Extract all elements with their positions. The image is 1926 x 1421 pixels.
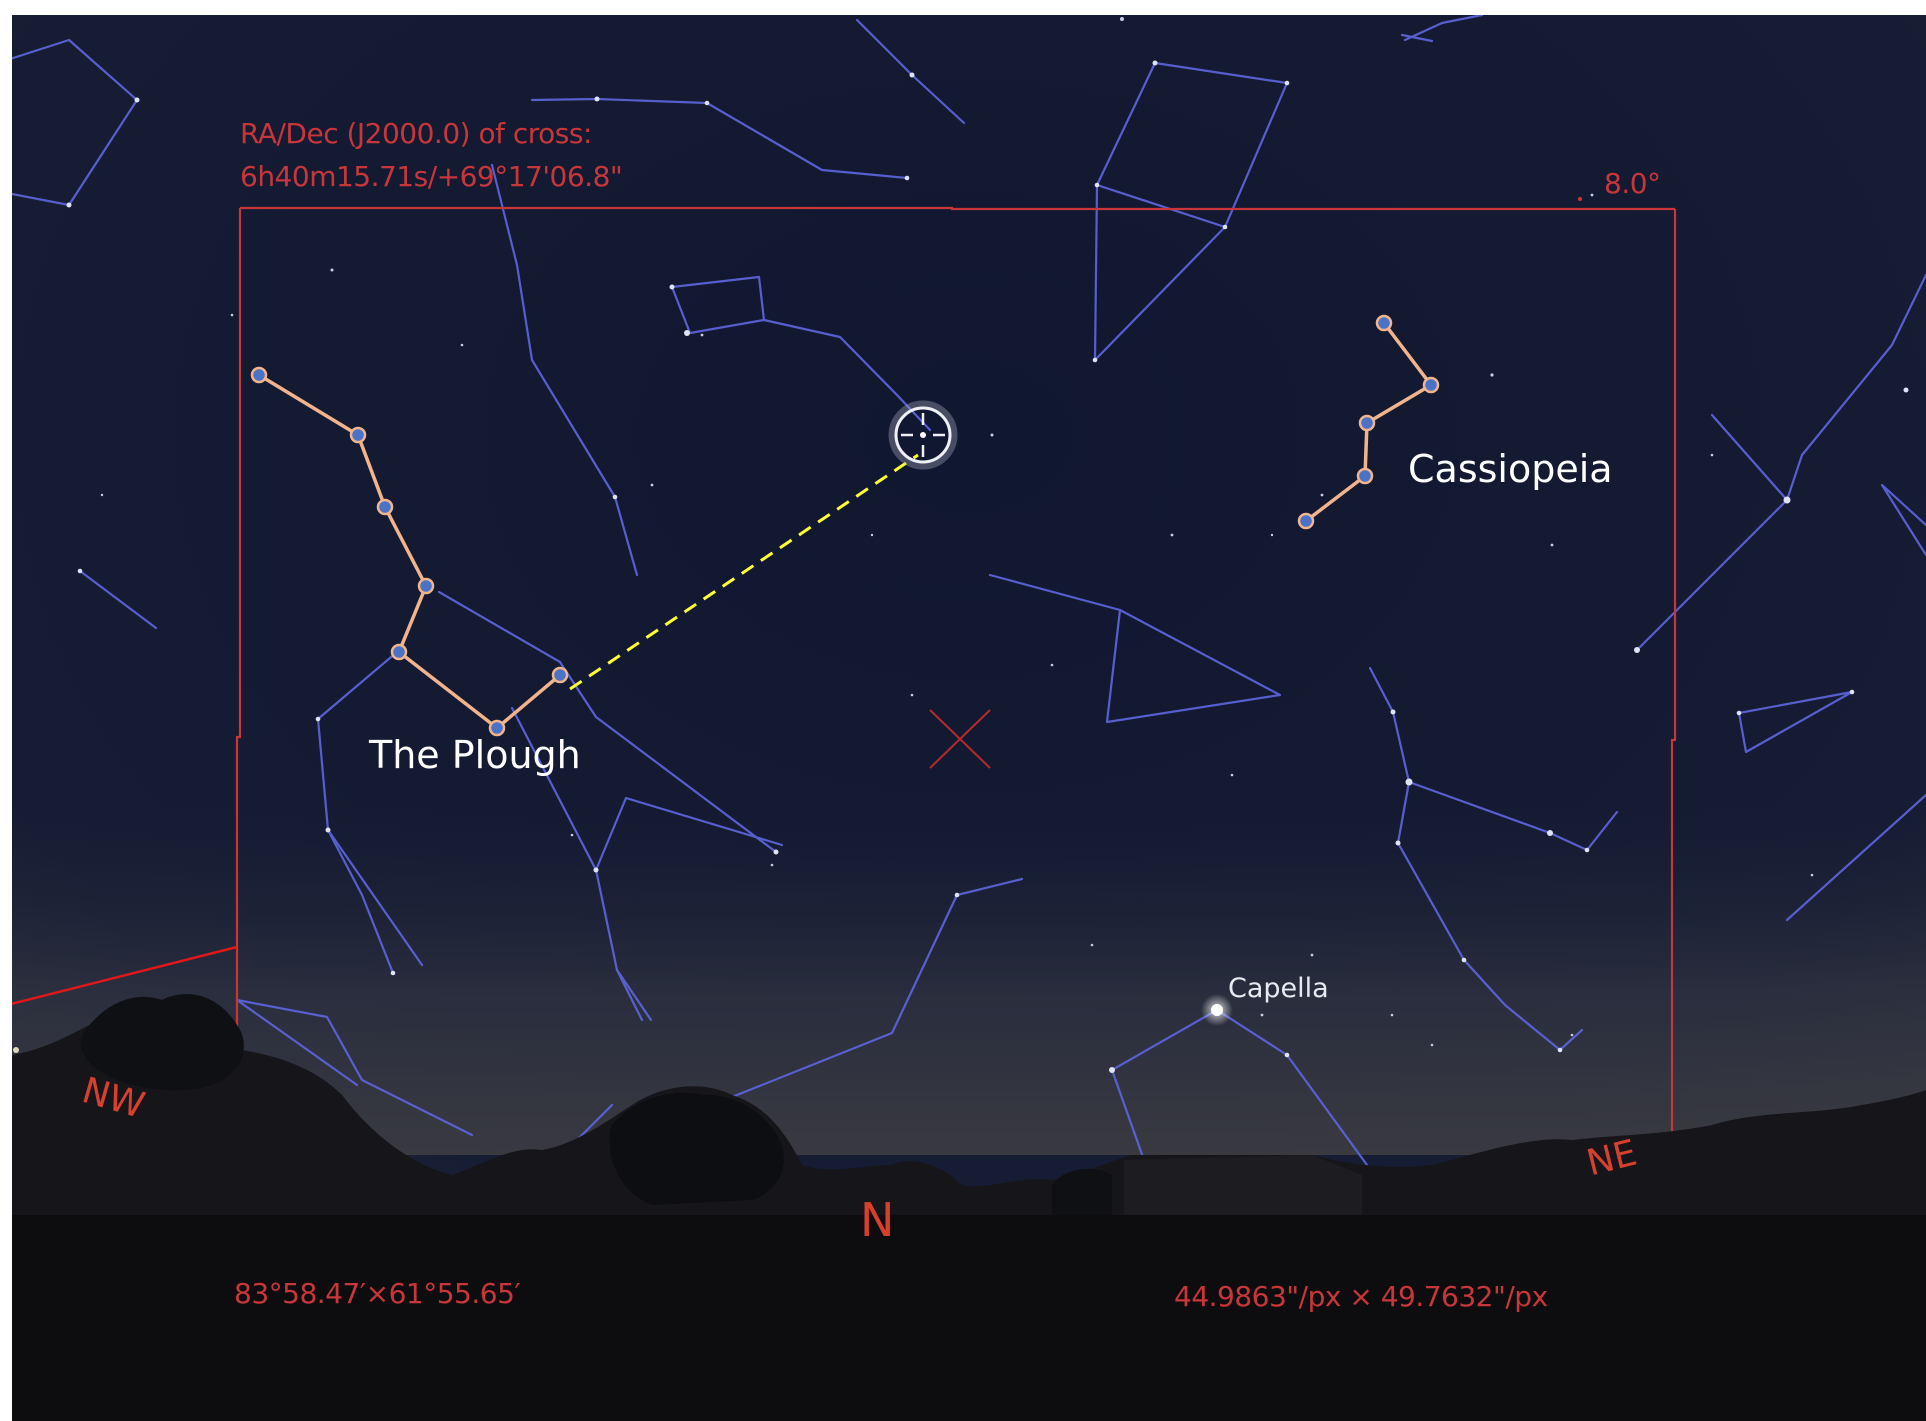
cassiopeia-node (1356, 467, 1374, 485)
cross-coord-value: 6h40m15.71s/+69°17'06.8" (240, 160, 623, 193)
star (1634, 647, 1640, 653)
star (1849, 689, 1855, 695)
star (1090, 943, 1094, 947)
star (770, 863, 774, 867)
star (1736, 710, 1742, 716)
star (1284, 80, 1290, 86)
star (1284, 1052, 1290, 1058)
star (330, 268, 334, 272)
sky-canvas[interactable] (12, 15, 1926, 1421)
ground-base (12, 1215, 1926, 1421)
compass-n: N (860, 1193, 895, 1247)
star (1109, 1067, 1115, 1073)
cassiopeia-node (1375, 314, 1393, 332)
star (1320, 493, 1324, 497)
cassiopeia-label: Cassiopeia (1408, 447, 1613, 491)
star (954, 892, 960, 898)
star (773, 849, 779, 855)
star (1547, 830, 1553, 836)
star (1395, 840, 1401, 846)
plough-node (376, 498, 394, 516)
plough-label: The Plough (369, 733, 581, 777)
star (230, 313, 234, 317)
star (1050, 663, 1054, 667)
planetarium-view[interactable]: RA/Dec (J2000.0) of cross: 6h40m15.71s/+… (12, 15, 1926, 1421)
star (390, 970, 396, 976)
plough-node (250, 366, 268, 384)
star (1590, 193, 1594, 197)
rotation-angle: 8.0° (1604, 167, 1661, 200)
star (1230, 773, 1234, 777)
fov-frame-top (240, 206, 1675, 211)
rotation-tick-icon (1578, 197, 1582, 201)
star (1810, 873, 1814, 877)
star (1120, 17, 1124, 21)
star (904, 175, 910, 181)
star (570, 833, 574, 837)
building (1124, 1155, 1362, 1215)
star (1557, 1047, 1563, 1053)
capella-label: Capella (1228, 973, 1329, 1004)
fov-dimensions: 83°58.47′×61°55.65′ (234, 1277, 521, 1310)
star (1430, 1043, 1434, 1047)
star (910, 693, 914, 697)
star (1405, 778, 1413, 786)
star (325, 827, 331, 833)
star (1260, 1013, 1264, 1017)
star (990, 433, 994, 437)
star (1390, 1013, 1394, 1017)
star (1550, 543, 1554, 547)
star (66, 202, 72, 208)
star (1710, 453, 1714, 457)
star (1170, 533, 1174, 537)
cross-coord-label: RA/Dec (J2000.0) of cross: (240, 117, 592, 150)
star (612, 494, 618, 500)
star (1461, 957, 1467, 963)
star (593, 867, 599, 873)
horizon-light (13, 1047, 19, 1053)
star (1222, 224, 1228, 230)
star (1152, 60, 1158, 66)
star (1783, 496, 1791, 504)
star (650, 483, 654, 487)
star (700, 333, 704, 337)
plough-node (390, 643, 408, 661)
star (1092, 357, 1098, 363)
star (315, 716, 321, 722)
star (134, 97, 140, 103)
fov-resolution: 44.9863"/px × 49.7632"/px (1174, 1280, 1548, 1313)
cassiopeia-node (1422, 376, 1440, 394)
star (100, 493, 104, 497)
plough-node (417, 577, 435, 595)
star (1490, 373, 1494, 377)
star (1584, 847, 1590, 853)
star (1570, 1033, 1574, 1037)
star (684, 330, 690, 336)
star (870, 533, 874, 537)
star (594, 96, 600, 102)
star (669, 284, 675, 290)
crosshair-reticle-icon[interactable] (888, 400, 958, 470)
star (909, 72, 915, 78)
star (1390, 709, 1396, 715)
star (460, 343, 464, 347)
pole-star (920, 432, 926, 438)
star (704, 100, 710, 106)
plough-node (349, 426, 367, 444)
star (77, 568, 83, 574)
cassiopeia-node (1358, 414, 1376, 432)
star (1094, 182, 1100, 188)
plough-node (551, 666, 569, 684)
star (1270, 533, 1274, 537)
rotation-tick-dot (1578, 197, 1582, 201)
star (1903, 387, 1909, 393)
cassiopeia-node (1297, 512, 1315, 530)
capella-star[interactable] (1211, 1004, 1223, 1016)
star (1310, 953, 1314, 957)
